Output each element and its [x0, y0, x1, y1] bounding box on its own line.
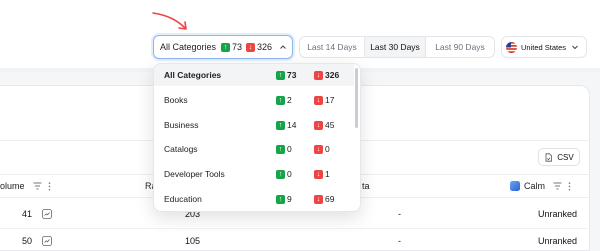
delta-header-label: ta — [362, 181, 370, 191]
chevron-down-icon — [571, 43, 579, 51]
category-option-catalogs[interactable]: Catalogs ↑ 0 ↓ 0 — [154, 138, 354, 160]
row1-delta: - — [398, 209, 401, 219]
row1-calm: Unranked — [538, 209, 578, 219]
column-header-calm[interactable]: Calm — [510, 175, 571, 197]
category-option-all[interactable]: All Categories ↑ 73 ↓ 326 — [154, 64, 354, 86]
arrow-up-icon: ↑ — [276, 95, 285, 105]
option-label: Business — [164, 120, 199, 130]
column-header-volume[interactable]: olume — [0, 175, 51, 197]
range-90-days[interactable]: Last 90 Days — [426, 37, 494, 57]
category-dropdown: All Categories ↑ 73 ↓ 326 Books ↑ 2 ↓ 17 Bus… — [153, 63, 361, 212]
calm-app-icon — [510, 181, 520, 191]
column-header-delta[interactable]: ta — [362, 175, 370, 197]
category-up-count: 73 — [232, 42, 243, 52]
option-down-count: 17 — [325, 95, 335, 105]
range-30-days[interactable]: Last 30 Days — [364, 37, 426, 57]
option-up-count: 0 — [287, 169, 292, 179]
option-up-count: 73 — [287, 70, 297, 80]
arrow-down-icon: ↓ — [314, 169, 323, 179]
date-range-control: Last 14 Days Last 30 Days Last 90 Days — [299, 36, 495, 58]
filter-icon[interactable] — [553, 182, 562, 190]
arrow-up-icon: ↑ — [221, 42, 231, 52]
document-icon — [545, 152, 553, 162]
option-down-count: 326 — [325, 70, 340, 80]
option-up-count: 14 — [287, 120, 297, 130]
row2-calm: Unranked — [538, 236, 578, 246]
country-label: United States — [521, 42, 567, 52]
row-divider — [0, 228, 590, 229]
option-label: Catalogs — [164, 144, 198, 154]
volume-header-label: olume — [0, 181, 25, 191]
arrow-down-icon: ↓ — [314, 144, 323, 154]
arrow-down-icon: ↓ — [314, 194, 323, 204]
chevron-up-icon — [279, 43, 287, 51]
category-option-education[interactable]: Education ↑ 9 ↓ 69 — [154, 188, 354, 210]
arrow-up-icon: ↑ — [276, 70, 285, 80]
csv-label: CSV — [557, 152, 574, 162]
option-up-count: 0 — [287, 144, 292, 154]
more-vertical-icon[interactable] — [568, 181, 571, 191]
us-flag-icon — [506, 41, 517, 53]
category-down-count: 326 — [257, 42, 273, 52]
category-select[interactable]: All Categories ↑ 73 ↓ 326 — [153, 35, 293, 59]
option-down-count: 1 — [325, 169, 330, 179]
option-down-count: 45 — [325, 120, 335, 130]
pointer-arrow-icon — [152, 12, 187, 30]
option-label: Books — [164, 95, 188, 105]
option-label: Developer Tools — [164, 169, 225, 179]
category-option-books[interactable]: Books ↑ 2 ↓ 17 — [154, 89, 354, 111]
arrow-down-icon: ↓ — [314, 70, 323, 80]
arrow-down-icon: ↓ — [314, 120, 323, 130]
option-label: Education — [164, 194, 202, 204]
option-down-count: 69 — [325, 194, 335, 204]
arrow-down-icon: ↓ — [246, 42, 256, 52]
option-up-count: 2 — [287, 95, 292, 105]
row2-rank: 105 — [185, 236, 201, 246]
row2-delta: - — [398, 236, 401, 246]
option-label: All Categories — [164, 70, 222, 80]
row1-volume: 41 — [22, 209, 33, 219]
filter-icon[interactable] — [33, 182, 42, 190]
option-down-count: 0 — [325, 144, 330, 154]
arrow-up-icon: ↑ — [276, 144, 285, 154]
csv-export-button[interactable]: CSV — [538, 148, 580, 166]
row2-volume: 50 — [22, 236, 33, 246]
arrow-up-icon: ↑ — [276, 194, 285, 204]
calm-header-label: Calm — [524, 181, 546, 191]
category-option-business[interactable]: Business ↑ 14 ↓ 45 — [154, 114, 354, 136]
arrow-up-icon: ↑ — [276, 169, 285, 179]
arrow-down-icon: ↓ — [314, 95, 323, 105]
range-14-days[interactable]: Last 14 Days — [300, 37, 364, 57]
dropdown-scrollbar[interactable] — [355, 68, 358, 128]
category-select-label: All Categories — [160, 42, 217, 52]
country-select[interactable]: United States — [501, 36, 587, 58]
option-up-count: 9 — [287, 194, 292, 204]
category-option-developer-tools[interactable]: Developer Tools ↑ 0 ↓ 1 — [154, 163, 354, 185]
trend-chart-icon[interactable] — [42, 236, 52, 248]
trend-chart-icon[interactable] — [42, 209, 52, 221]
more-vertical-icon[interactable] — [48, 181, 51, 191]
top-bar — [0, 0, 600, 70]
arrow-up-icon: ↑ — [276, 120, 285, 130]
